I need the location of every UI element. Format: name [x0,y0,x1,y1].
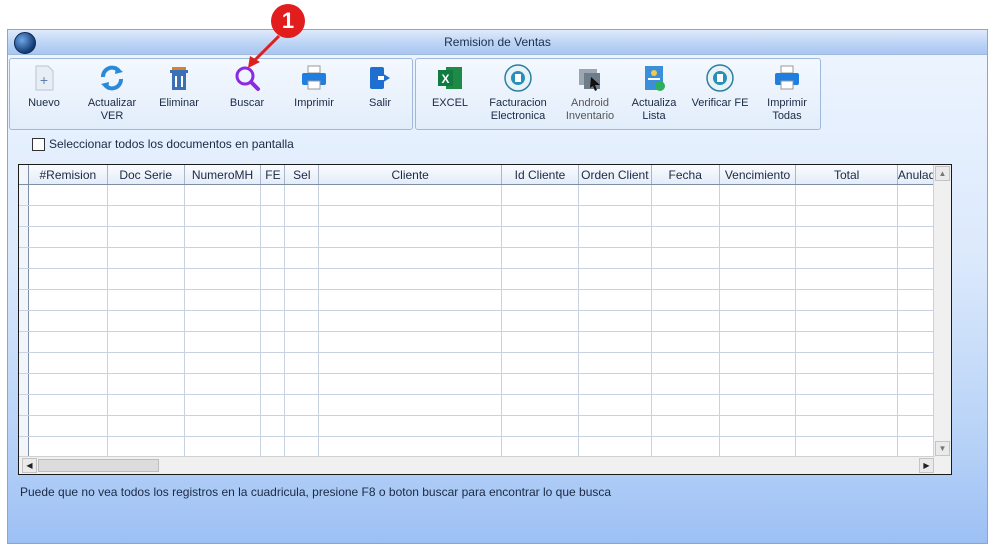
annotation-arrow [248,34,281,68]
